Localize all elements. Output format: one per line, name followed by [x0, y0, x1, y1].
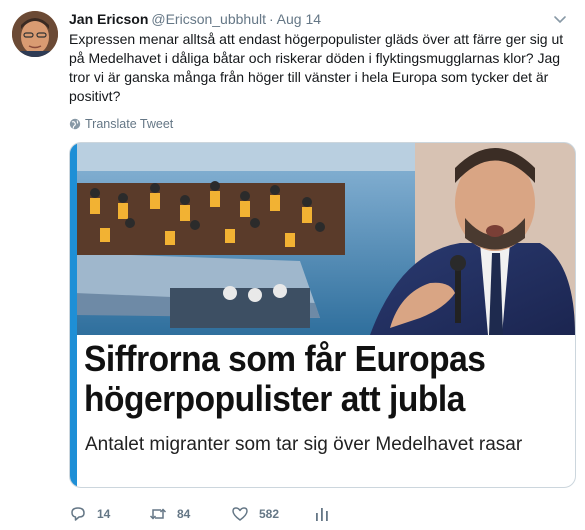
chevron-down-icon[interactable] — [553, 12, 567, 26]
reply-icon — [71, 507, 85, 521]
tweet: Jan Ericson @Ericson_ubbhult · Aug 14 Expre… — [0, 0, 585, 530]
translate-label: Translate Tweet — [85, 117, 174, 131]
accent-bar — [70, 143, 77, 487]
globe-icon — [69, 118, 81, 130]
link-card[interactable]: Siffrorna som får Europas högerpopuliste… — [69, 142, 576, 488]
retweet-count: 84 — [177, 507, 191, 521]
retweet-button[interactable]: 84 — [149, 505, 231, 523]
avatar[interactable] — [12, 11, 58, 57]
analytics-button[interactable] — [313, 505, 331, 523]
analytics-icon — [316, 508, 328, 521]
reply-button[interactable]: 14 — [69, 505, 149, 523]
tweet-text: Expressen menar alltså att endast högerp… — [69, 31, 564, 104]
card-headline: Siffrorna som får Europas högerpopuliste… — [84, 338, 486, 419]
reply-count: 14 — [97, 507, 111, 521]
author-handle[interactable]: @Ericson_ubbhult — [151, 11, 266, 27]
like-count: 582 — [259, 507, 280, 521]
author-name[interactable]: Jan Ericson — [69, 11, 148, 27]
translate-tweet-link[interactable]: Translate Tweet — [69, 117, 173, 131]
tweet-date[interactable]: Aug 14 — [277, 11, 321, 27]
tweet-header: Jan Ericson @Ericson_ubbhult · Aug 14 — [69, 10, 321, 28]
card-subheadline: Antalet migranter som tar sig över Medel… — [85, 434, 523, 455]
like-button[interactable]: 582 — [231, 505, 313, 523]
card-image — [70, 143, 575, 335]
tweet-actions: 14 84 582 — [69, 503, 331, 525]
retweet-icon — [149, 508, 167, 520]
heart-icon — [232, 507, 248, 521]
separator-dot: · — [269, 11, 274, 27]
